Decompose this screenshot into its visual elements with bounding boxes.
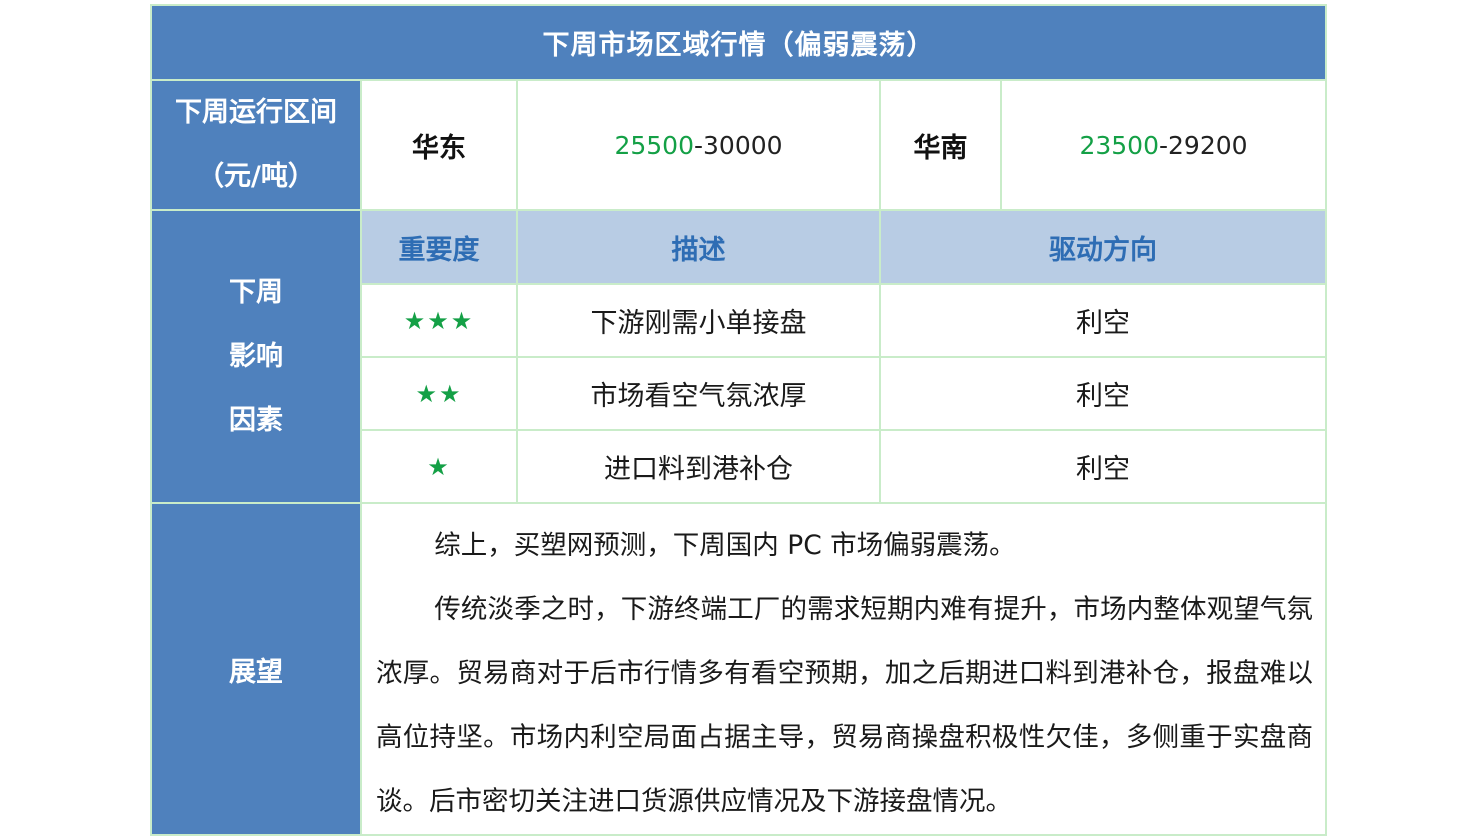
factors-label: 下周 影响 因素 (150, 209, 362, 504)
star-rating: ★ (360, 429, 518, 504)
header-direction: 驱动方向 (878, 209, 1328, 285)
range-east-high: 30000 (703, 130, 783, 160)
header-importance: 重要度 (360, 209, 518, 285)
factors-label-line2: 影响 (229, 340, 283, 372)
range-label-line1: 下周运行区间 (175, 97, 337, 128)
outlook-paragraph-2: 传统淡季之时，下游终端工厂的需求短期内难有提升，市场内整体观望气氛浓厚。贸易商对… (376, 594, 1314, 817)
region-east: 华东 (360, 79, 518, 211)
range-south-value: 23500-29200 (999, 79, 1328, 211)
outlook-text: 综上，买塑网预测，下周国内 PC 市场偏弱震荡。 传统淡季之时，下游终端工厂的需… (359, 502, 1328, 836)
range-south-sep: - (1158, 130, 1169, 160)
star-rating: ★★ (360, 356, 518, 431)
factor-direction: 利空 (878, 429, 1328, 504)
range-label: 下周运行区间 （元/吨） (150, 79, 362, 211)
range-label-line2: （元/吨） (197, 161, 315, 192)
range-south-high: 29200 (1168, 130, 1248, 160)
region-south: 华南 (879, 79, 1002, 211)
outlook-label: 展望 (150, 502, 362, 836)
range-east-sep: - (693, 130, 704, 160)
range-east-low: 25500 (614, 130, 694, 160)
header-description: 描述 (516, 209, 881, 285)
factor-direction: 利空 (878, 356, 1328, 431)
factor-direction: 利空 (878, 283, 1328, 358)
factor-description: 进口料到港补仓 (516, 429, 881, 504)
table-title: 下周市场区域行情（偏弱震荡） (149, 4, 1328, 81)
factor-description: 下游刚需小单接盘 (516, 283, 881, 358)
outlook-paragraph-1: 综上，买塑网预测，下周国内 PC 市场偏弱震荡。 (434, 530, 1016, 561)
market-outlook-table: 下周市场区域行情（偏弱震荡） 下周运行区间 （元/吨） 华东 25500-300… (149, 4, 1328, 836)
factor-description: 市场看空气氛浓厚 (516, 356, 881, 431)
factors-label-line1: 下周 (229, 276, 283, 308)
range-south-low: 23500 (1079, 130, 1159, 160)
factors-label-line3: 因素 (229, 404, 283, 436)
star-rating: ★★★ (360, 283, 518, 358)
range-east-value: 25500-30000 (516, 79, 881, 211)
